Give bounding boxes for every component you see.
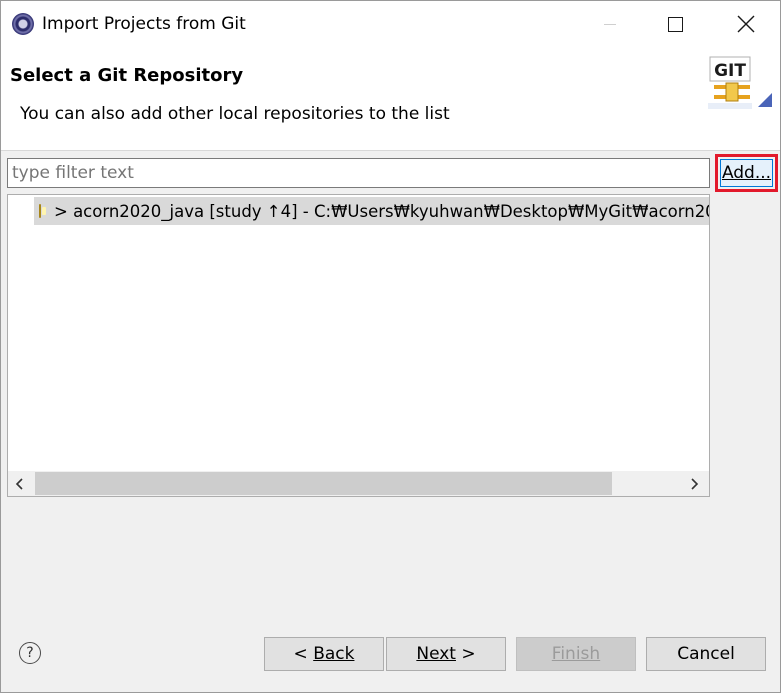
- finish-button[interactable]: Finish: [516, 637, 636, 671]
- scroll-left-icon[interactable]: [12, 476, 28, 492]
- window-title: Import Projects from Git: [42, 14, 246, 34]
- add-button-highlight: Add...: [715, 154, 778, 192]
- eclipse-app-icon: [12, 13, 34, 35]
- git-logo-icon: GIT: [708, 56, 772, 109]
- repository-icon: [39, 204, 46, 218]
- close-button[interactable]: [715, 1, 777, 47]
- back-prefix: <: [293, 644, 308, 664]
- back-button[interactable]: < Back: [264, 637, 384, 671]
- next-button[interactable]: Next >: [386, 637, 506, 671]
- scroll-right-icon[interactable]: [686, 476, 702, 492]
- next-suffix: >: [461, 644, 476, 664]
- maximize-button[interactable]: [644, 1, 706, 47]
- repository-tree[interactable]: > acorn2020_java [study ↑4] - C:₩Users₩k…: [7, 194, 710, 497]
- next-label: Next: [416, 644, 456, 664]
- page-description: You can also add other local repositorie…: [20, 104, 450, 124]
- horizontal-scrollbar[interactable]: [8, 471, 709, 496]
- import-dialog: Import Projects from Git Select a Git Re…: [0, 0, 781, 693]
- title-bar[interactable]: Import Projects from Git: [1, 1, 780, 47]
- add-repository-button[interactable]: Add...: [720, 159, 773, 187]
- filter-input[interactable]: [7, 158, 710, 188]
- repository-label: > acorn2020_java [study ↑4] - C:₩Users₩k…: [54, 201, 710, 221]
- maximize-icon: [667, 16, 683, 32]
- back-label: Back: [313, 644, 355, 664]
- close-icon: [737, 15, 755, 33]
- repository-row[interactable]: > acorn2020_java [study ↑4] - C:₩Users₩k…: [34, 197, 710, 225]
- git-logo-text: GIT: [714, 61, 746, 81]
- scrollbar-thumb[interactable]: [35, 472, 612, 495]
- cancel-button[interactable]: Cancel: [646, 637, 766, 671]
- wizard-header: Select a Git Repository You can also add…: [1, 47, 780, 151]
- minimize-button[interactable]: [579, 1, 641, 47]
- page-title: Select a Git Repository: [10, 65, 244, 86]
- finish-label: Finish: [551, 644, 601, 664]
- minimize-icon: [604, 23, 616, 25]
- help-icon[interactable]: ?: [19, 642, 41, 664]
